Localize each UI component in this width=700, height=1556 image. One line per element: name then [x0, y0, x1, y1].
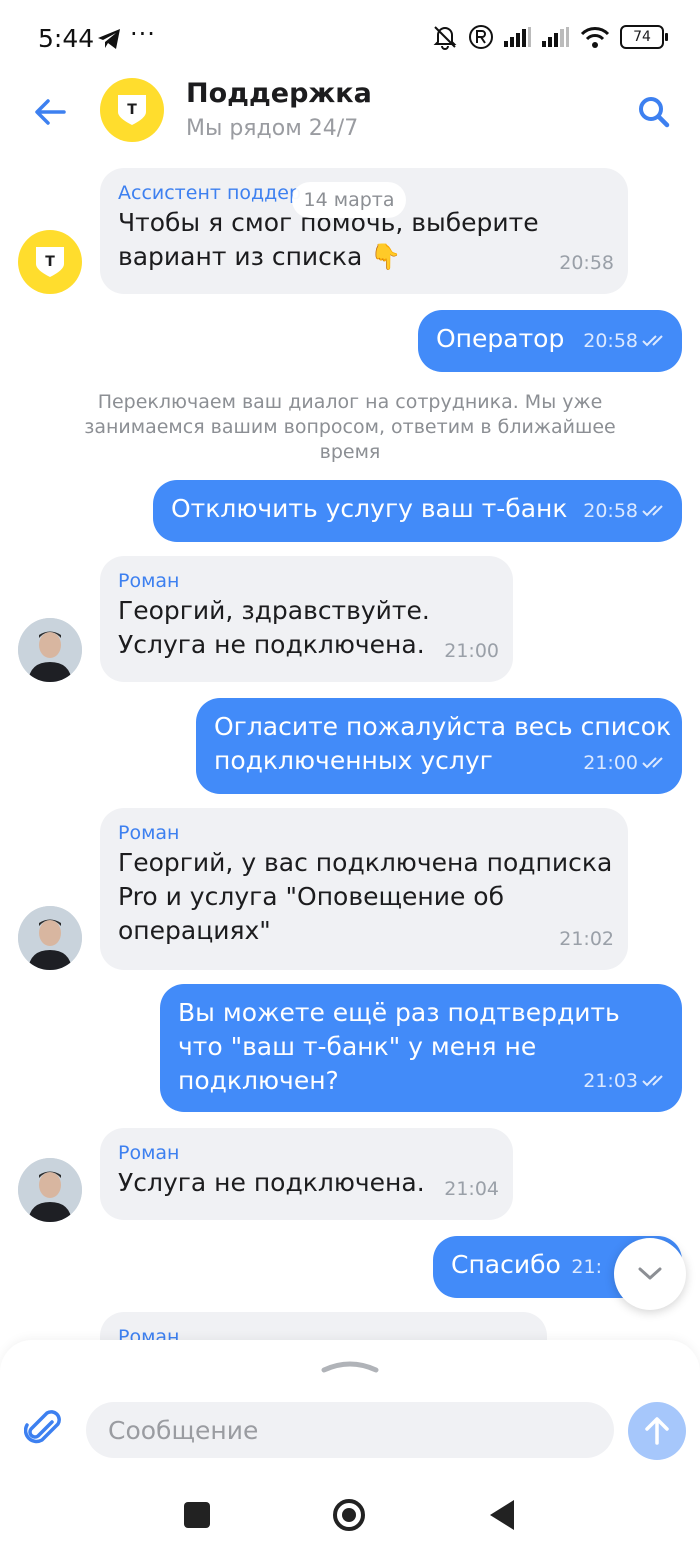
- message-text: Оператор: [436, 324, 565, 353]
- message-sender: Роман: [118, 822, 180, 844]
- message-text: Георгий, здравствуйте. Услуга не подключ…: [118, 596, 430, 659]
- back-arrow-icon[interactable]: [30, 92, 70, 132]
- message-time: 21:: [571, 1256, 602, 1278]
- message-time: 20:58: [583, 500, 638, 522]
- arrow-up-icon: [645, 1417, 669, 1445]
- date-pill: 14 марта: [292, 182, 406, 218]
- message-sender: Роман: [118, 1326, 180, 1340]
- outgoing-message[interactable]: Огласите пожалуйста весь список подключе…: [196, 698, 682, 794]
- double-check-icon: [642, 335, 663, 347]
- operator-avatar[interactable]: [18, 618, 82, 682]
- message-text: Спасибо: [451, 1250, 561, 1279]
- home-button-icon[interactable]: [332, 1498, 366, 1532]
- message-time: 21:04: [444, 1178, 499, 1200]
- composer-panel: [0, 1340, 700, 1556]
- message-input[interactable]: [86, 1402, 614, 1458]
- shield-letter: Т: [127, 102, 137, 118]
- message-time-wrap: 21:00: [583, 746, 668, 780]
- status-more-dots: ···: [130, 20, 156, 48]
- message-time: 21:00: [583, 752, 638, 774]
- double-check-icon: [642, 505, 663, 517]
- nav-back-icon[interactable]: [488, 1498, 518, 1532]
- outgoing-message[interactable]: Отключить услугу ваш т-банк 20:58: [153, 480, 682, 542]
- support-avatar[interactable]: Т: [100, 78, 164, 142]
- person-photo-icon: [18, 1158, 82, 1222]
- battery-indicator: 74: [620, 25, 668, 49]
- message-sender: Роман: [118, 570, 180, 592]
- mute-bell-icon: [433, 26, 457, 50]
- person-photo-icon: [18, 906, 82, 970]
- recents-button[interactable]: [184, 1502, 210, 1528]
- status-time: 5:44: [38, 24, 95, 53]
- chevron-down-icon: [638, 1267, 662, 1280]
- message-time-wrap: 21:: [571, 1250, 602, 1284]
- person-photo-icon: [18, 618, 82, 682]
- tbank-shield-icon: Т: [118, 95, 146, 125]
- message-time: 21:02: [559, 928, 614, 950]
- double-check-icon: [642, 1075, 663, 1087]
- tbank-shield-icon: Т: [36, 247, 64, 277]
- incoming-message[interactable]: Роман: [100, 1312, 547, 1340]
- signal-2-icon: [542, 27, 569, 47]
- incoming-message[interactable]: Роман Георгий, у вас подключена подписка…: [100, 808, 628, 970]
- message-time: 21:00: [444, 640, 499, 662]
- status-indicators: 74: [432, 24, 668, 50]
- telegram-icon: [98, 29, 120, 49]
- message-time-wrap: 20:58: [583, 324, 668, 358]
- message-text: Георгий, у вас подключена подписка Pro и…: [118, 848, 613, 945]
- message-time: 20:58: [583, 330, 638, 352]
- outgoing-message[interactable]: Вы можете ещё раз подтвердить что "ваш т…: [160, 984, 682, 1112]
- incoming-message[interactable]: Роман Услуга не подключена. 21:04: [100, 1128, 513, 1220]
- message-text: Отключить услугу ваш т-банк: [171, 494, 568, 523]
- chat-header: Т Поддержка Мы рядом 24/7: [0, 78, 700, 158]
- chat-feed[interactable]: Т Ассистент поддер Чтобы я смог помочь, …: [0, 160, 700, 1340]
- message-time: 21:03: [583, 1070, 638, 1092]
- double-check-icon: [642, 757, 663, 769]
- scroll-down-button[interactable]: [614, 1238, 686, 1310]
- chat-subtitle: Мы рядом 24/7: [186, 116, 359, 141]
- assistant-avatar[interactable]: Т: [18, 230, 82, 294]
- status-bar: 5:44 ··· 74: [0, 0, 700, 78]
- shield-letter: Т: [45, 254, 55, 270]
- send-button[interactable]: [628, 1402, 686, 1460]
- chat-title[interactable]: Поддержка: [186, 78, 372, 109]
- search-icon[interactable]: [634, 92, 674, 132]
- message-time-wrap: 20:58: [583, 494, 668, 528]
- registered-icon: [469, 25, 493, 49]
- outgoing-message[interactable]: Оператор 20:58: [418, 310, 682, 372]
- system-message: Переключаем ваш диалог на сотрудника. Мы…: [84, 391, 616, 463]
- operator-avatar[interactable]: [18, 1158, 82, 1222]
- message-time: 20:58: [559, 252, 614, 274]
- message-text: Услуга не подключена.: [118, 1168, 425, 1197]
- signal-icon: [504, 27, 531, 47]
- paperclip-icon[interactable]: [24, 1408, 64, 1448]
- wifi-icon: [580, 27, 610, 48]
- incoming-message[interactable]: Роман Георгий, здравствуйте. Услуга не п…: [100, 556, 513, 682]
- system-nav-bar: [0, 1486, 700, 1546]
- expand-handle-icon[interactable]: [320, 1358, 380, 1374]
- operator-avatar[interactable]: [18, 906, 82, 970]
- message-time-wrap: 21:03: [583, 1064, 668, 1098]
- message-sender: Роман: [118, 1142, 180, 1164]
